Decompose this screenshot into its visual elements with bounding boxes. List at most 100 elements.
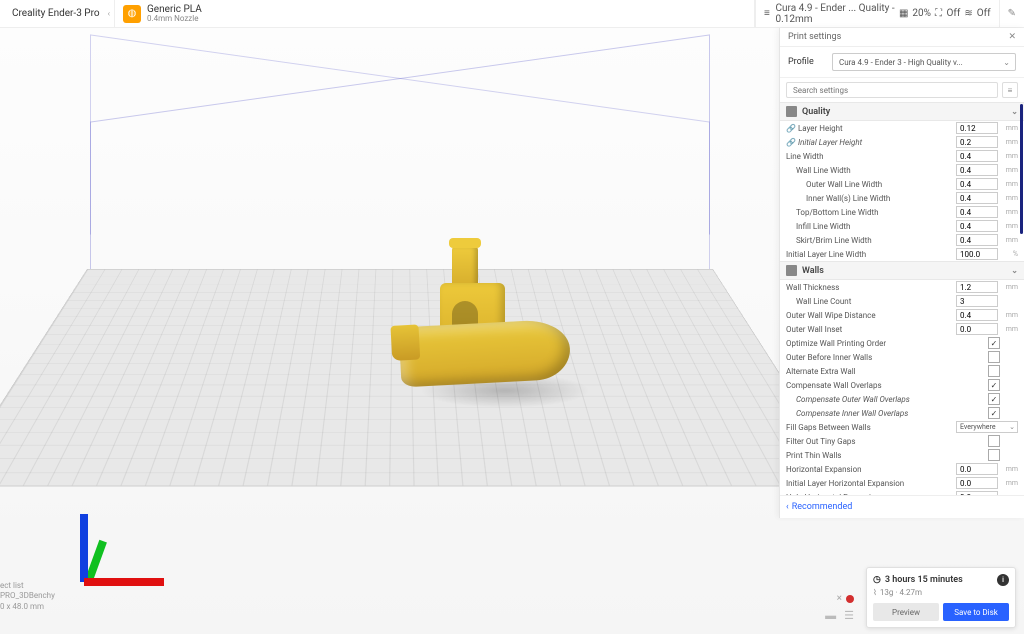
setting-checkbox[interactable] [988,351,1000,363]
setting-row: Print Thin Walls [780,448,1024,462]
setting-input[interactable] [956,136,998,148]
object-list-label: ect list [0,581,55,591]
view-mode-icons: ▬ ☰ [825,609,854,622]
setting-input[interactable] [956,164,998,176]
setting-unit: mm [1000,465,1018,473]
scrollbar[interactable] [1020,104,1023,234]
setting-name: Initial Layer Line Width [786,250,956,259]
recommended-label: Recommended [792,502,853,512]
setting-row: Skirt/Brim Line Width mm [780,233,1024,247]
setting-input[interactable] [956,122,998,134]
recommended-button[interactable]: ‹ Recommended [786,502,852,512]
chevron-down-icon: ‹ [108,9,110,18]
setting-name: Wall Line Width [796,166,956,175]
red-dot-icon [846,595,854,603]
setting-input[interactable] [956,295,998,307]
setting-row: Compensate Inner Wall Overlaps✓ [780,406,1024,420]
setting-row: Top/Bottom Line Width mm [780,205,1024,219]
profile-selector[interactable]: Cura 4.9 - Ender 3 - High Quality v... [832,53,1016,71]
material-text: Generic PLA 0.4mm Nozzle [147,4,202,24]
search-row: ≡ [780,78,1024,102]
x-axis [84,578,164,586]
model-3dbenchy[interactable] [380,238,580,398]
setting-input[interactable] [956,309,998,321]
printer-selector[interactable]: Creality Ender-3 Pro ‹ [0,0,115,28]
setting-unit: mm [1000,208,1018,216]
setting-name: Filter Out Tiny Gaps [786,437,988,446]
setting-unit: mm [1000,166,1018,174]
setting-checkbox[interactable]: ✓ [988,379,1000,391]
setting-input[interactable] [956,234,998,246]
print-settings-summary[interactable]: ≡ Cura 4.9 - Ender ... Quality - 0.12mm … [755,0,999,28]
setting-name: Outer Before Inner Walls [786,353,988,362]
setting-name: Inner Wall(s) Line Width [806,194,956,203]
setting-input[interactable] [956,220,998,232]
setting-input[interactable] [956,477,998,489]
setting-unit: mm [1000,283,1018,291]
setting-checkbox[interactable]: ✓ [988,337,1000,349]
setting-input[interactable] [956,323,998,335]
summary-text: Cura 4.9 - Ender ... Quality - 0.12mm [776,3,895,25]
setting-name: Top/Bottom Line Width [796,208,956,217]
material-name: Generic PLA [147,4,202,15]
print-settings-panel: Print settings ✕ Profile Cura 4.9 - Ende… [779,28,1024,518]
setting-input[interactable] [956,206,998,218]
setting-row: 🔗Layer Heightmm [780,121,1024,135]
view-solid-icon[interactable]: ▬ [825,609,836,622]
notification-badge[interactable]: × [837,593,854,604]
setting-name: Outer Wall Wipe Distance [786,311,956,320]
link-icon[interactable]: 🔗 [786,124,796,133]
setting-unit: mm [1000,236,1018,244]
setting-row: Initial Layer Line Width% [780,247,1024,261]
setting-name: Skirt/Brim Line Width [796,236,956,245]
setting-row: Wall Line Width mm [780,163,1024,177]
chevron-left-icon: ‹ [786,502,789,512]
setting-checkbox[interactable]: ✓ [988,407,1000,419]
setting-input[interactable] [956,178,998,190]
profile-label: Profile [788,57,826,67]
chevron-down-icon: ⌄ [1011,266,1018,275]
info-icon[interactable]: i [997,574,1009,586]
setting-input[interactable] [956,150,998,162]
link-icon[interactable]: 🔗 [786,138,796,147]
setting-name: Layer Height [798,124,956,133]
setting-input[interactable] [956,281,998,293]
setting-name: Print Thin Walls [786,451,988,460]
filament-icon: ⌇ [873,588,877,597]
setting-input[interactable] [956,248,998,260]
setting-unit: mm [1000,138,1018,146]
material-usage: 13g · 4.27m [880,588,922,597]
chevron-down-icon: ⌄ [1011,107,1018,116]
axes-gizmo [76,506,166,586]
edit-icon[interactable]: ✎ [999,0,1024,28]
settings-visibility-icon[interactable]: ≡ [1002,82,1018,98]
setting-checkbox[interactable]: ✓ [988,393,1000,405]
setting-input[interactable] [956,491,998,495]
support-value: Off [947,8,961,19]
setting-input[interactable] [956,463,998,475]
setting-checkbox[interactable] [988,435,1000,447]
category-quality[interactable]: Quality ⌄ [780,102,1024,121]
setting-name: Fill Gaps Between Walls [786,423,956,432]
setting-select[interactable]: Everywhere [956,421,1018,433]
sliders-icon: ≡ [764,8,772,19]
view-xray-icon[interactable]: ☰ [844,609,854,622]
material-selector[interactable]: ◍ Generic PLA 0.4mm Nozzle [115,0,755,28]
setting-checkbox[interactable] [988,449,1000,461]
setting-input[interactable] [956,192,998,204]
search-input[interactable] [786,82,998,98]
settings-scroll[interactable]: Quality ⌄ 🔗Layer Heightmm🔗Initial Layer … [780,102,1024,495]
save-button[interactable]: Save to Disk [943,603,1009,621]
infill-value: 20% [912,8,931,19]
setting-unit: mm [1000,479,1018,487]
preview-button[interactable]: Preview [873,603,939,621]
setting-row: Initial Layer Horizontal Expansionmm [780,476,1024,490]
setting-checkbox[interactable] [988,365,1000,377]
close-panel-icon[interactable]: ✕ [1008,32,1016,42]
print-time: 3 hours 15 minutes [885,575,963,585]
category-walls[interactable]: Walls ⌄ [780,261,1024,280]
setting-unit: mm [1000,194,1018,202]
walls-icon [786,265,797,276]
setting-row: Compensate Wall Overlaps✓ [780,378,1024,392]
profile-value: Cura 4.9 - Ender 3 - High Quality v... [839,58,963,67]
